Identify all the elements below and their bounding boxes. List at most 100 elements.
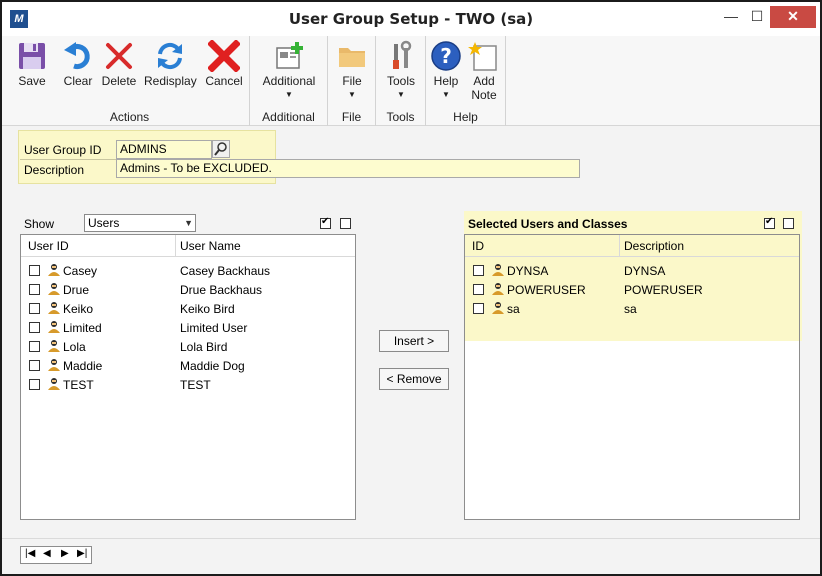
- redisplay-button[interactable]: Redisplay: [144, 40, 197, 106]
- list-row[interactable]: sa sa: [465, 299, 799, 318]
- column-separator: [619, 235, 620, 257]
- selected-unmark-all-checkbox[interactable]: [783, 218, 794, 229]
- add-note-button[interactable]: Add Note: [466, 40, 502, 106]
- show-dropdown[interactable]: Users ▼: [84, 214, 196, 232]
- list-header: User ID User Name: [21, 235, 355, 257]
- list-row[interactable]: Keiko Keiko Bird: [21, 299, 355, 318]
- row-checkbox[interactable]: [29, 303, 40, 314]
- previous-record-button[interactable]: ◀: [43, 548, 51, 559]
- row-description: POWERUSER: [624, 283, 703, 297]
- group-label-actions: Actions: [109, 110, 150, 124]
- list-row[interactable]: POWERUSER POWERUSER: [465, 280, 799, 299]
- column-separator: [175, 235, 176, 257]
- column-header-user-name[interactable]: User Name: [180, 239, 241, 253]
- next-record-button[interactable]: ▶: [61, 548, 69, 559]
- selected-panel-title: Selected Users and Classes: [468, 217, 628, 231]
- file-button[interactable]: File ▼: [334, 40, 370, 106]
- ribbon-group-help: ? Help ▼ Add Note Help: [426, 36, 506, 126]
- row-id: sa: [507, 302, 520, 316]
- cancel-label: Cancel: [205, 74, 243, 88]
- row-description: Casey Backhaus: [180, 264, 271, 278]
- row-description: Limited User: [180, 321, 248, 335]
- row-checkbox[interactable]: [473, 284, 484, 295]
- clear-button[interactable]: Clear: [58, 40, 98, 106]
- maximize-button[interactable]: ☐: [744, 6, 770, 28]
- show-label: Show: [24, 217, 55, 231]
- user-icon: [48, 340, 60, 352]
- column-header-user-id[interactable]: User ID: [28, 239, 69, 253]
- row-id: Limited: [63, 321, 102, 335]
- list-row[interactable]: Drue Drue Backhaus: [21, 280, 355, 299]
- row-id: POWERUSER: [507, 283, 586, 297]
- group-label-file: File: [341, 110, 362, 124]
- status-bar: [2, 538, 820, 574]
- list-empty-area: [465, 341, 799, 519]
- dropdown-arrow-icon: ▼: [442, 90, 450, 99]
- row-checkbox[interactable]: [29, 360, 40, 371]
- row-id: Maddie: [63, 359, 103, 373]
- additional-button[interactable]: Additional ▼: [258, 40, 320, 106]
- group-label-tools: Tools: [386, 110, 415, 124]
- group-label-additional: Additional: [262, 110, 315, 124]
- dropdown-arrow-icon: ▼: [397, 90, 405, 99]
- row-description: sa: [624, 302, 637, 316]
- remove-button[interactable]: < Remove: [379, 368, 449, 390]
- list-row[interactable]: Maddie Maddie Dog: [21, 356, 355, 375]
- row-id: Drue: [63, 283, 90, 297]
- ribbon-toolbar: Save Clear Delete Redisplay Cancel Actio…: [2, 36, 820, 126]
- title-bar: M User Group Setup - TWO (sa) — ☐ ✕: [2, 2, 820, 36]
- delete-button[interactable]: Delete: [98, 40, 140, 106]
- tools-wrench-icon: [393, 40, 412, 69]
- row-checkbox[interactable]: [29, 284, 40, 295]
- dropdown-arrow-icon: ▼: [348, 90, 356, 99]
- row-checkbox[interactable]: [29, 341, 40, 352]
- magnifier-icon: [214, 142, 227, 156]
- save-label: Save: [18, 74, 46, 88]
- tools-button[interactable]: Tools ▼: [382, 40, 420, 106]
- row-description: Lola Bird: [180, 340, 228, 354]
- row-checkbox[interactable]: [29, 265, 40, 276]
- list-row[interactable]: Limited Limited User: [21, 318, 355, 337]
- row-id: TEST: [63, 378, 94, 392]
- list-row[interactable]: Lola Lola Bird: [21, 337, 355, 356]
- last-record-button[interactable]: ▶|: [77, 548, 87, 559]
- window-title: User Group Setup - TWO (sa): [288, 10, 534, 28]
- dropdown-arrow-icon: ▼: [285, 90, 293, 99]
- lookup-button[interactable]: [212, 140, 230, 158]
- user-group-id-input[interactable]: ADMINS: [116, 140, 212, 159]
- user-icon: [48, 378, 60, 390]
- note-icon: [468, 42, 497, 71]
- column-header-id[interactable]: ID: [472, 239, 484, 253]
- user-group-setup-window: M User Group Setup - TWO (sa) — ☐ ✕ Save: [0, 0, 822, 576]
- insert-button[interactable]: Insert >: [379, 330, 449, 352]
- user-icon: [48, 359, 60, 371]
- delete-label: Delete: [101, 74, 137, 88]
- list-row[interactable]: DYNSA DYNSA: [465, 261, 799, 280]
- refresh-icon: [158, 42, 182, 70]
- row-checkbox[interactable]: [473, 265, 484, 276]
- mark-all-checkbox[interactable]: [320, 216, 331, 229]
- description-input[interactable]: Admins - To be EXCLUDED.: [116, 159, 580, 178]
- minimize-button[interactable]: —: [718, 6, 744, 28]
- first-record-button[interactable]: |◀: [25, 548, 35, 559]
- row-id: Casey: [63, 264, 98, 278]
- row-checkbox[interactable]: [29, 322, 40, 333]
- unmark-all-checkbox[interactable]: [340, 218, 351, 229]
- file-label: File: [342, 74, 362, 88]
- group-label-help: Help: [453, 110, 478, 124]
- row-description: TEST: [180, 378, 211, 392]
- ribbon-group-additional: Additional ▼ Additional: [250, 36, 328, 126]
- clear-label: Clear: [63, 74, 93, 88]
- close-button[interactable]: ✕: [770, 6, 816, 28]
- help-button[interactable]: ? Help ▼: [428, 40, 464, 106]
- row-checkbox[interactable]: [473, 303, 484, 314]
- selected-users-list: ID Description DYNSA DYNSA POWERUSER POWERU…: [464, 234, 800, 520]
- cancel-button[interactable]: Cancel: [202, 40, 246, 106]
- save-button[interactable]: Save: [14, 40, 50, 106]
- list-row[interactable]: TEST TEST: [21, 375, 355, 394]
- selected-mark-all-checkbox[interactable]: [764, 216, 775, 229]
- column-header-description[interactable]: Description: [624, 239, 684, 253]
- row-checkbox[interactable]: [29, 379, 40, 390]
- list-row[interactable]: Casey Casey Backhaus: [21, 261, 355, 280]
- floppy-disk-icon: [19, 43, 45, 69]
